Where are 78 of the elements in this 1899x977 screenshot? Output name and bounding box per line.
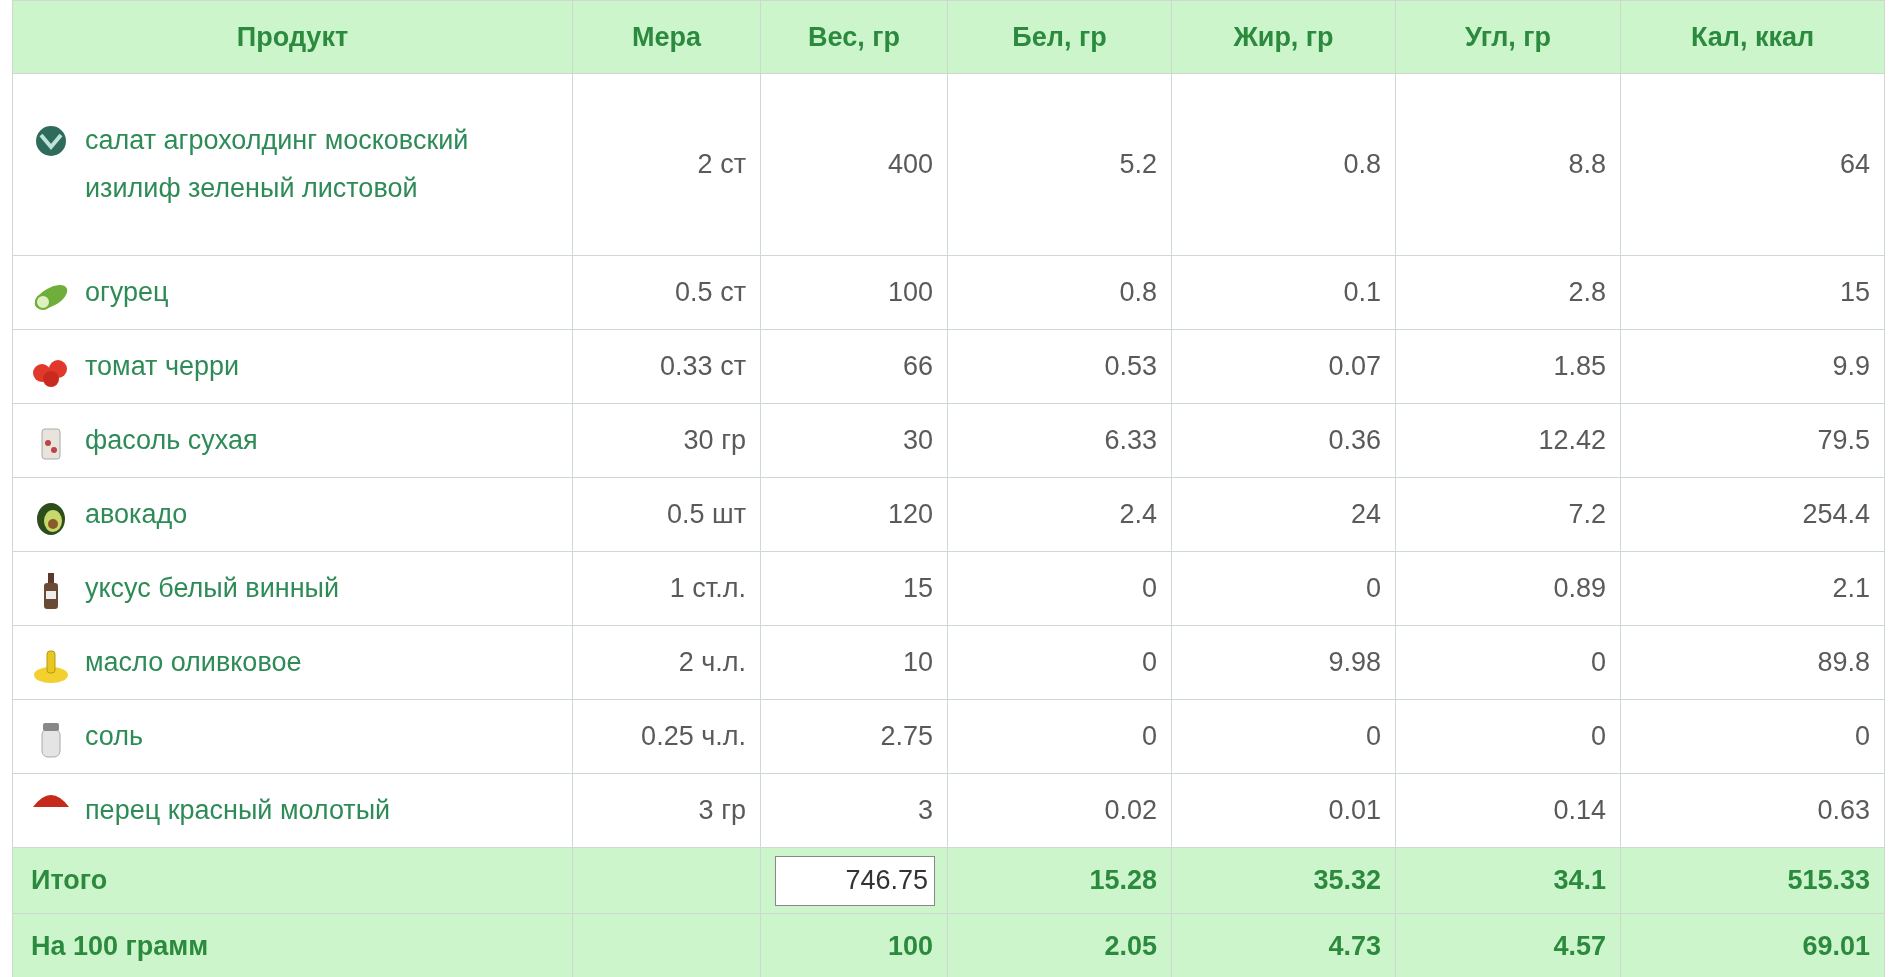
- table-cell: На 100 грамм: [12, 913, 573, 977]
- table-cell: 0: [1395, 625, 1621, 700]
- table-cell: 0: [1171, 699, 1396, 774]
- table-cell: 15: [760, 551, 948, 626]
- product-link[interactable]: огурец: [85, 268, 169, 317]
- weight-input[interactable]: 746.75: [775, 855, 935, 906]
- product-link[interactable]: авокадо: [85, 490, 188, 539]
- table-cell: 0.1: [1171, 255, 1396, 330]
- table-cell: 12.42: [1395, 403, 1621, 478]
- table-cell: 515.33: [1620, 847, 1885, 914]
- table-cell: 120: [760, 477, 948, 552]
- table-cell: 0.14: [1395, 773, 1621, 848]
- table-cell: 1.85: [1395, 329, 1621, 404]
- column-header: Вес, гр: [760, 0, 948, 74]
- table-cell: 15.28: [947, 847, 1172, 914]
- table-cell: 0.89: [1395, 551, 1621, 626]
- table-cell: 2 ст: [572, 73, 761, 256]
- table-cell: 66: [760, 329, 948, 404]
- table-cell: 6.33: [947, 403, 1172, 478]
- table-cell: 100: [760, 255, 948, 330]
- table-cell: 89.8: [1620, 625, 1885, 700]
- table-cell: 0: [1171, 551, 1396, 626]
- column-header: Бел, гр: [947, 0, 1172, 74]
- table-cell: 15: [1620, 255, 1885, 330]
- table-cell: 0.01: [1171, 773, 1396, 848]
- table-cell: 34.1: [1395, 847, 1621, 914]
- table-cell: 0.07: [1171, 329, 1396, 404]
- table-cell: 0.25 ч.л.: [572, 699, 761, 774]
- table-cell: 2.1: [1620, 551, 1885, 626]
- table-cell: 5.2: [947, 73, 1172, 256]
- table-cell: 9.9: [1620, 329, 1885, 404]
- table-cell: 0: [947, 699, 1172, 774]
- table-cell: 0.8: [947, 255, 1172, 330]
- table-cell: 0: [947, 625, 1172, 700]
- table-cell: 4.73: [1171, 913, 1396, 977]
- product-link[interactable]: соль: [85, 712, 144, 761]
- table-cell: 2.8: [1395, 255, 1621, 330]
- table-cell: 8.8: [1395, 73, 1621, 256]
- table-cell: 1 ст.л.: [572, 551, 761, 626]
- table-cell: 0.63: [1620, 773, 1885, 848]
- spice-pile-icon: [31, 792, 71, 807]
- table-cell: 9.98: [1171, 625, 1396, 700]
- table-cell: 4.57: [1395, 913, 1621, 977]
- table-cell: 7.2: [1395, 477, 1621, 552]
- table-cell: 2 ч.л.: [572, 625, 761, 700]
- table-cell: 100: [760, 913, 948, 977]
- table-cell: 2.4: [947, 477, 1172, 552]
- table-cell: 69.01: [1620, 913, 1885, 977]
- table-cell: 0: [947, 551, 1172, 626]
- table-cell: 24: [1171, 477, 1396, 552]
- table-cell: 79.5: [1620, 403, 1885, 478]
- column-header: Жир, гр: [1171, 0, 1396, 74]
- table-cell: 2.75: [760, 699, 948, 774]
- table-cell: 2.05: [947, 913, 1172, 977]
- table-cell: 0: [1620, 699, 1885, 774]
- table-cell: 3 гр: [572, 773, 761, 848]
- table-cell: 0.53: [947, 329, 1172, 404]
- column-header: Кал, ккал: [1620, 0, 1885, 74]
- table-cell: 0.36: [1171, 403, 1396, 478]
- table-cell: 0.8: [1171, 73, 1396, 256]
- column-header: Угл, гр: [1395, 0, 1621, 74]
- column-header: Мера: [572, 0, 761, 74]
- table-cell: Итого: [12, 847, 573, 914]
- column-header: Продукт: [12, 0, 573, 74]
- table-cell: 64: [1620, 73, 1885, 256]
- table-cell: 30 гр: [572, 403, 761, 478]
- table-cell: 3: [760, 773, 948, 848]
- table-cell: 0.5 шт: [572, 477, 761, 552]
- table-cell: 0.5 ст: [572, 255, 761, 330]
- table-cell: 400: [760, 73, 948, 256]
- table-cell: 0: [1395, 699, 1621, 774]
- table-cell: 35.32: [1171, 847, 1396, 914]
- product-link[interactable]: томат черри: [85, 342, 240, 391]
- table-cell: 10: [760, 625, 948, 700]
- table-cell: 0.33 ст: [572, 329, 761, 404]
- table-cell: 0.02: [947, 773, 1172, 848]
- table-cell: 254.4: [1620, 477, 1885, 552]
- table-cell: 30: [760, 403, 948, 478]
